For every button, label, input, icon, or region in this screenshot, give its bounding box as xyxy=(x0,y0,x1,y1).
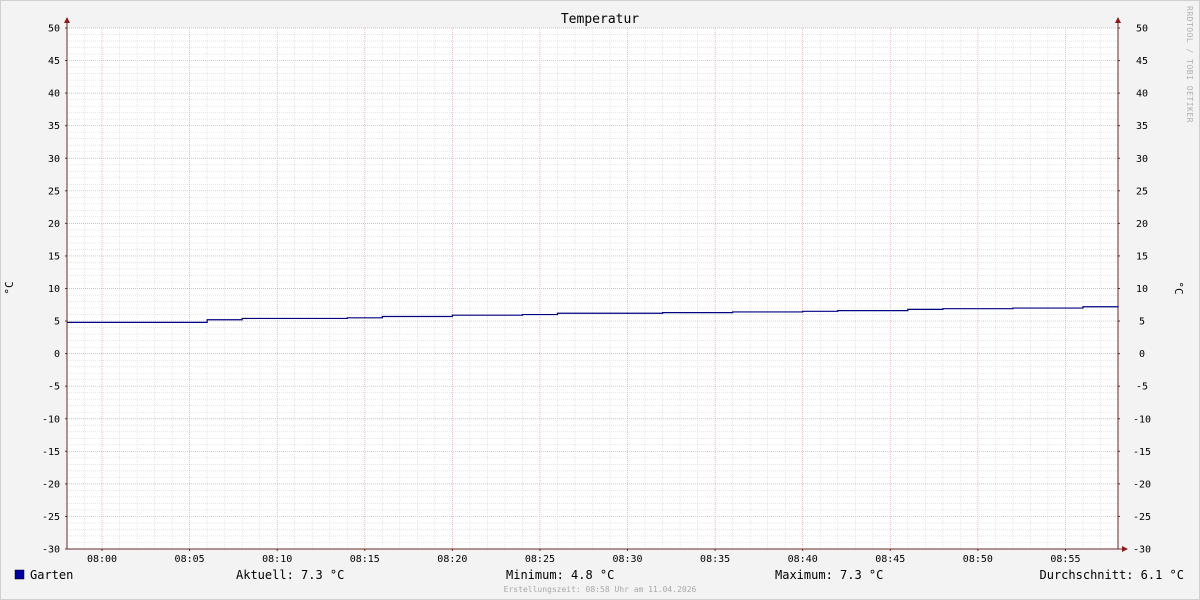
x-tick-label: 08:35 xyxy=(700,554,730,565)
chart-title: Temperatur xyxy=(561,12,639,27)
y-tick-label-right: -20 xyxy=(1133,479,1151,490)
x-tick-label: 08:10 xyxy=(262,554,292,565)
y-tick-label-left: 40 xyxy=(48,89,60,100)
y-tick-label-right: 10 xyxy=(1136,284,1148,295)
y-axis-label-right: °C xyxy=(1172,281,1185,294)
y-tick-label-left: 10 xyxy=(48,284,60,295)
x-tick-label: 08:30 xyxy=(612,554,642,565)
y-tick-label-right: -15 xyxy=(1133,447,1151,458)
y-tick-label-left: -5 xyxy=(48,382,60,393)
y-tick-label-right: -30 xyxy=(1133,545,1151,556)
x-tick-label: 08:45 xyxy=(875,554,905,565)
x-tick-label: 08:20 xyxy=(437,554,467,565)
y-tick-label-left: -30 xyxy=(42,545,60,556)
y-tick-label-right: 15 xyxy=(1136,251,1148,262)
y-tick-label-left: 30 xyxy=(48,154,60,165)
y-tick-label-right: -10 xyxy=(1133,414,1151,425)
y-tick-label-left: 15 xyxy=(48,251,60,262)
x-axis-arrow xyxy=(1122,546,1128,552)
y-tick-label-right: 0 xyxy=(1139,349,1145,360)
footer-creation-time: Erstellungszeit: 08:58 Uhr am 11.04.2026 xyxy=(504,585,697,594)
y-tick-label-left: -20 xyxy=(42,479,60,490)
legend-swatch-garten xyxy=(14,569,25,580)
x-tick-label: 08:55 xyxy=(1050,554,1080,565)
x-tick-label: 08:40 xyxy=(788,554,818,565)
x-tick-label: 08:50 xyxy=(963,554,993,565)
watermark: RRDTOOL / TOBI OETIKER xyxy=(1185,6,1194,123)
y-tick-label-left: -10 xyxy=(42,414,60,425)
y-tick-label-right: 40 xyxy=(1136,89,1148,100)
legend-aktuell: Aktuell: 7.3 °C xyxy=(236,568,344,582)
x-tick-label: 08:15 xyxy=(350,554,380,565)
y-tick-label-right: 5 xyxy=(1139,317,1145,328)
legend-durchschnitt: Durchschnitt: 6.1 °C xyxy=(1040,568,1185,582)
y-axis-arrow-right xyxy=(1115,17,1121,23)
legend-maximum: Maximum: 7.3 °C xyxy=(775,568,883,582)
y-tick-label-right: 35 xyxy=(1136,121,1148,132)
y-tick-label-left: 5 xyxy=(54,317,60,328)
y-tick-label-left: 45 xyxy=(48,56,60,67)
y-tick-label-left: 25 xyxy=(48,186,60,197)
y-tick-label-left: 50 xyxy=(48,24,60,35)
x-tick-label: 08:25 xyxy=(525,554,555,565)
y-tick-label-left: 20 xyxy=(48,219,60,230)
legend-label-garten: Garten xyxy=(30,568,73,582)
y-tick-label-left: -25 xyxy=(42,512,60,523)
y-tick-label-right: 25 xyxy=(1136,186,1148,197)
x-tick-label: 08:00 xyxy=(87,554,117,565)
y-tick-label-left: -15 xyxy=(42,447,60,458)
grid-layer xyxy=(66,27,1119,550)
y-tick-label-right: 50 xyxy=(1136,24,1148,35)
y-tick-label-left: 35 xyxy=(48,121,60,132)
y-tick-label-right: 30 xyxy=(1136,154,1148,165)
y-tick-label-right: 20 xyxy=(1136,219,1148,230)
legend-minimum: Minimum: 4.8 °C xyxy=(506,568,614,582)
y-tick-label-right: -5 xyxy=(1136,382,1148,393)
y-tick-label-right: -25 xyxy=(1133,512,1151,523)
y-tick-label-left: 0 xyxy=(54,349,60,360)
chart: 50 5045 4540 4035 3530 3025 2520 2015 1510 105 50 0… xyxy=(3,6,1194,594)
y-tick-label-right: 45 xyxy=(1136,56,1148,67)
x-tick-label: 08:05 xyxy=(175,554,205,565)
y-axis-label-left: °C xyxy=(3,281,16,294)
y-axis-arrow-left xyxy=(64,17,70,23)
